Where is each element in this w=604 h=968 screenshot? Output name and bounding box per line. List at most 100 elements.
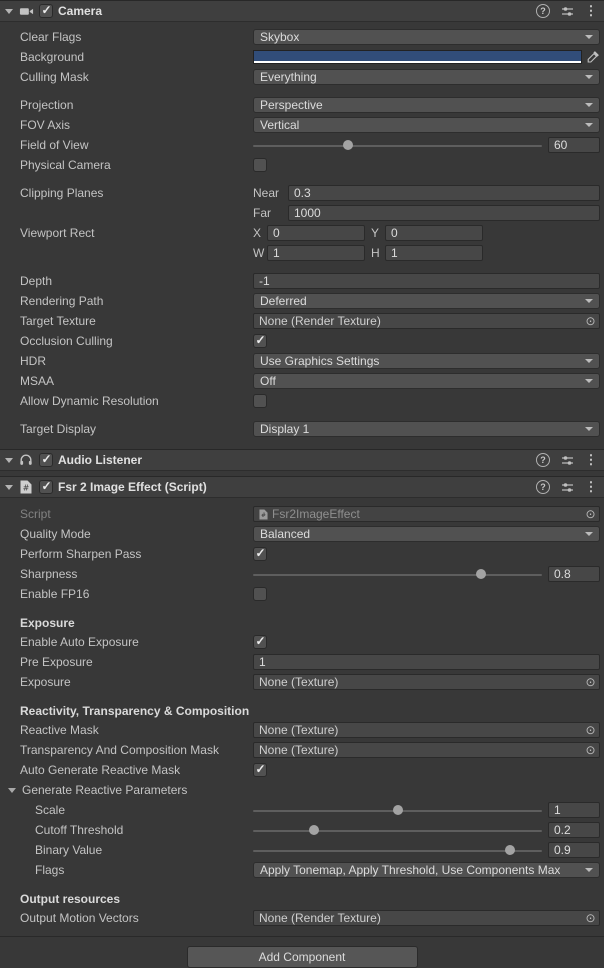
eyedropper-icon[interactable]	[585, 49, 600, 65]
help-icon[interactable]	[536, 480, 550, 494]
slider-handle[interactable]	[309, 825, 319, 835]
target-texture-field[interactable]: None (Render Texture)	[253, 313, 600, 329]
dropdown-value: Skybox	[260, 30, 299, 44]
object-picker-icon[interactable]	[582, 911, 599, 925]
slider-handle[interactable]	[343, 140, 353, 150]
row-flags: Flags Apply Tonemap, Apply Threshold, Us…	[0, 860, 604, 880]
audio-listener-enabled-checkbox[interactable]	[39, 453, 53, 467]
cutoff-threshold-slider[interactable]	[253, 822, 542, 838]
presets-icon[interactable]	[560, 480, 574, 494]
section-exposure: Exposure	[0, 614, 604, 632]
audio-listener-component-header[interactable]: Audio Listener	[0, 449, 604, 471]
object-picker-icon[interactable]	[582, 675, 599, 689]
object-picker-icon[interactable]	[582, 314, 599, 328]
field-label: Depth	[0, 274, 253, 288]
sharpness-value-field[interactable]: 0.8	[548, 566, 600, 582]
slider-handle[interactable]	[505, 845, 515, 855]
foldout-arrow-icon[interactable]	[5, 9, 13, 14]
slider-handle[interactable]	[476, 569, 486, 579]
flags-dropdown[interactable]: Apply Tonemap, Apply Threshold, Use Comp…	[253, 862, 600, 878]
row-cutoff-threshold: Cutoff Threshold 0.2	[0, 820, 604, 840]
field-label: Exposure	[0, 675, 253, 689]
row-enable-fp16: Enable FP16	[0, 584, 604, 604]
perform-sharpen-pass-checkbox[interactable]	[253, 547, 267, 561]
script-icon: #	[18, 479, 34, 495]
output-motion-vectors-field[interactable]: None (Render Texture)	[253, 910, 600, 926]
scale-slider[interactable]	[253, 802, 542, 818]
row-reactive-mask: Reactive Mask None (Texture)	[0, 720, 604, 740]
clipping-far-field[interactable]: 1000	[288, 205, 600, 221]
add-component-button[interactable]: Add Component	[187, 946, 418, 968]
exposure-field[interactable]: None (Texture)	[253, 674, 600, 690]
enable-auto-exposure-checkbox[interactable]	[253, 635, 267, 649]
header-icons	[536, 4, 598, 18]
help-icon[interactable]	[536, 453, 550, 467]
culling-mask-dropdown[interactable]: Everything	[253, 69, 600, 85]
rendering-path-dropdown[interactable]: Deferred	[253, 293, 600, 309]
depth-field[interactable]: -1	[253, 273, 600, 289]
pre-exposure-field[interactable]: 1	[253, 654, 600, 670]
field-label: Enable Auto Exposure	[0, 635, 253, 649]
allow-dynamic-resolution-checkbox[interactable]	[253, 394, 267, 408]
field-label: Sharpness	[0, 567, 253, 581]
field-of-view-value-field[interactable]: 60	[548, 137, 600, 153]
foldout-arrow-icon[interactable]	[5, 485, 13, 490]
row-viewport-rect-wh: W 1 H 1	[0, 243, 604, 263]
foldout-arrow-icon[interactable]	[8, 788, 16, 793]
projection-dropdown[interactable]: Perspective	[253, 97, 600, 113]
clear-flags-dropdown[interactable]: Skybox	[253, 29, 600, 45]
row-exposure: Exposure None (Texture)	[0, 672, 604, 692]
presets-icon[interactable]	[560, 4, 574, 18]
row-generate-reactive-parameters[interactable]: Generate Reactive Parameters	[0, 780, 604, 800]
enable-fp16-checkbox[interactable]	[253, 587, 267, 601]
clipping-near-field[interactable]: 0.3	[288, 185, 600, 201]
cutoff-threshold-value-field[interactable]: 0.2	[548, 822, 600, 838]
fsr2-enabled-checkbox[interactable]	[39, 480, 53, 494]
hdr-dropdown[interactable]: Use Graphics Settings	[253, 353, 600, 369]
quality-mode-dropdown[interactable]: Balanced	[253, 526, 600, 542]
binary-value-value-field[interactable]: 0.9	[548, 842, 600, 858]
field-label: Clear Flags	[0, 30, 253, 44]
far-label: Far	[253, 206, 288, 220]
dropdown-value: Off	[260, 374, 276, 388]
field-value: 60	[554, 138, 567, 152]
auto-generate-reactive-mask-checkbox[interactable]	[253, 763, 267, 777]
slider-handle[interactable]	[393, 805, 403, 815]
occlusion-culling-checkbox[interactable]	[253, 334, 267, 348]
camera-enabled-checkbox[interactable]	[39, 4, 53, 18]
viewport-w-field[interactable]: 1	[267, 245, 365, 261]
fsr2-component-header[interactable]: # Fsr 2 Image Effect (Script)	[0, 476, 604, 498]
object-picker-icon[interactable]	[582, 723, 599, 737]
transparency-mask-field[interactable]: None (Texture)	[253, 742, 600, 758]
row-auto-generate-reactive-mask: Auto Generate Reactive Mask	[0, 760, 604, 780]
viewport-y-field[interactable]: 0	[385, 225, 483, 241]
object-picker-icon[interactable]	[582, 507, 599, 521]
viewport-x-field[interactable]: 0	[267, 225, 365, 241]
more-menu-icon[interactable]	[584, 480, 598, 494]
row-culling-mask: Culling Mask Everything	[0, 67, 604, 87]
field-value: 1	[391, 246, 398, 260]
background-color-field[interactable]	[253, 50, 582, 64]
field-label: Target Texture	[0, 314, 253, 328]
row-target-display: Target Display Display 1	[0, 419, 604, 439]
field-value: 0	[391, 226, 398, 240]
more-menu-icon[interactable]	[584, 453, 598, 467]
fov-axis-dropdown[interactable]: Vertical	[253, 117, 600, 133]
field-label: Scale	[0, 803, 253, 817]
help-icon[interactable]	[536, 4, 550, 18]
field-value: 0	[273, 226, 280, 240]
binary-value-slider[interactable]	[253, 842, 542, 858]
foldout-arrow-icon[interactable]	[5, 458, 13, 463]
msaa-dropdown[interactable]: Off	[253, 373, 600, 389]
reactive-mask-field[interactable]: None (Texture)	[253, 722, 600, 738]
target-display-dropdown[interactable]: Display 1	[253, 421, 600, 437]
camera-component-header[interactable]: Camera	[0, 0, 604, 22]
field-of-view-slider[interactable]	[253, 137, 542, 153]
presets-icon[interactable]	[560, 453, 574, 467]
physical-camera-checkbox[interactable]	[253, 158, 267, 172]
viewport-h-field[interactable]: 1	[385, 245, 483, 261]
more-menu-icon[interactable]	[584, 4, 598, 18]
sharpness-slider[interactable]	[253, 566, 542, 582]
object-picker-icon[interactable]	[582, 743, 599, 757]
scale-value-field[interactable]: 1	[548, 802, 600, 818]
